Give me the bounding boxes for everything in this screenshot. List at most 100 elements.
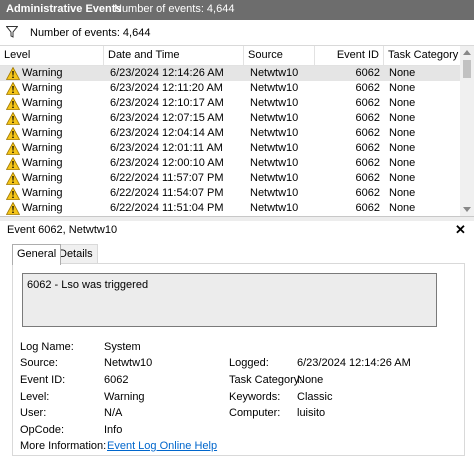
logged-value: 6/23/2024 12:14:26 AM — [297, 357, 411, 369]
level-value: Warning — [104, 391, 145, 403]
row-datetime: 6/22/2024 11:57:07 PM — [110, 172, 224, 184]
warning-icon — [6, 187, 20, 200]
warning-icon — [6, 97, 20, 110]
table-row[interactable]: Warning 6/23/2024 12:07:15 AM Netwtw10 6062… — [0, 111, 460, 126]
general-panel: 6062 - Lso was triggered Log Name: Syste… — [12, 263, 465, 456]
task-category-label: Task Category: — [229, 374, 303, 386]
row-category: None — [389, 202, 416, 214]
row-level: Warning — [22, 97, 63, 109]
row-level: Warning — [22, 142, 63, 154]
row-event-id: 6062 — [355, 82, 380, 94]
task-category-value: None — [297, 374, 324, 386]
tab-general[interactable]: General — [12, 244, 62, 265]
log-name-label: Log Name: — [20, 341, 74, 353]
filter-icon[interactable] — [6, 26, 18, 38]
column-header-event-id[interactable]: Event ID — [315, 46, 384, 65]
row-source: Netwtw10 — [250, 97, 299, 109]
source-label: Source: — [20, 357, 58, 369]
row-event-id: 6062 — [355, 67, 380, 79]
row-event-id: 6062 — [355, 172, 380, 184]
row-datetime: 6/23/2024 12:00:10 AM — [110, 157, 224, 169]
row-event-id: 6062 — [355, 97, 380, 109]
logged-label: Logged: — [229, 357, 269, 369]
scroll-up-icon[interactable] — [463, 50, 471, 55]
row-level: Warning — [22, 127, 63, 139]
row-datetime: 6/23/2024 12:01:11 AM — [110, 142, 223, 154]
close-icon[interactable]: ✕ — [455, 222, 466, 238]
opcode-label: OpCode: — [20, 424, 65, 436]
table-row[interactable]: Warning 6/23/2024 12:01:11 AM Netwtw10 6062… — [0, 141, 460, 156]
row-category: None — [389, 97, 416, 109]
table-row[interactable]: Warning 6/22/2024 11:57:07 PM Netwtw10 6062… — [0, 171, 460, 186]
column-header-level[interactable]: Level — [0, 46, 104, 65]
row-category: None — [389, 112, 416, 124]
warning-icon — [6, 172, 20, 185]
table-row[interactable]: Warning 6/23/2024 12:00:10 AM Netwtw10 6062… — [0, 156, 460, 171]
table-header: Level Date and Time Source Event ID Task… — [0, 46, 460, 66]
row-event-id: 6062 — [355, 157, 380, 169]
table-row[interactable]: Warning 6/22/2024 11:54:07 PM Netwtw10 6062… — [0, 186, 460, 201]
event-log-help-link[interactable]: Event Log Online Help — [107, 440, 217, 452]
row-datetime: 6/23/2024 12:07:15 AM — [110, 112, 224, 124]
row-event-id: 6062 — [355, 127, 380, 139]
events-table: Level Date and Time Source Event ID Task… — [0, 46, 461, 216]
row-event-id: 6062 — [355, 202, 380, 214]
more-info-label: More Information: — [20, 440, 107, 452]
row-event-id: 6062 — [355, 187, 380, 199]
row-category: None — [389, 187, 416, 199]
row-category: None — [389, 67, 416, 79]
level-label: Level: — [20, 391, 50, 403]
column-header-task-category[interactable]: Task Category — [384, 46, 460, 65]
scroll-down-icon[interactable] — [463, 207, 471, 212]
row-source: Netwtw10 — [250, 67, 299, 79]
row-category: None — [389, 82, 416, 94]
row-category: None — [389, 127, 416, 139]
table-row[interactable]: Warning 6/23/2024 12:11:20 AM Netwtw10 6062… — [0, 81, 460, 96]
source-value: Netwtw10 — [104, 357, 153, 369]
filter-bar: Number of events: 4,644 — [0, 20, 474, 46]
row-level: Warning — [22, 157, 63, 169]
table-row[interactable]: Warning 6/23/2024 12:10:17 AM Netwtw10 6062… — [0, 96, 460, 111]
row-source: Netwtw10 — [250, 187, 299, 199]
column-header-datetime[interactable]: Date and Time — [104, 46, 244, 65]
row-source: Netwtw10 — [250, 82, 299, 94]
row-event-id: 6062 — [355, 112, 380, 124]
user-label: User: — [20, 407, 47, 419]
row-datetime: 6/23/2024 12:10:17 AM — [110, 97, 224, 109]
scroll-thumb[interactable] — [463, 60, 471, 78]
computer-label: Computer: — [229, 407, 281, 419]
warning-icon — [6, 157, 20, 170]
row-datetime: 6/23/2024 12:14:26 AM — [110, 67, 224, 79]
row-datetime: 6/22/2024 11:54:07 PM — [110, 187, 224, 199]
warning-icon — [6, 127, 20, 140]
event-description[interactable]: 6062 - Lso was triggered — [22, 273, 437, 327]
row-level: Warning — [22, 202, 63, 214]
filter-text: Number of events: 4,644 — [30, 27, 151, 39]
row-category: None — [389, 157, 416, 169]
row-datetime: 6/23/2024 12:04:14 AM — [110, 127, 224, 139]
opcode-value: Info — [104, 424, 123, 436]
column-header-source[interactable]: Source — [244, 46, 315, 65]
table-row[interactable]: Warning 6/23/2024 12:14:26 AM Netwtw10 6062… — [0, 66, 460, 81]
view-title: Administrative Events — [6, 3, 122, 15]
log-name-value: System — [104, 341, 141, 353]
row-source: Netwtw10 — [250, 127, 299, 139]
keywords-label: Keywords: — [229, 391, 281, 403]
event-count: Number of events: 4,644 — [114, 3, 235, 15]
row-event-id: 6062 — [355, 142, 380, 154]
row-source: Netwtw10 — [250, 142, 299, 154]
warning-icon — [6, 112, 20, 125]
vertical-scrollbar[interactable] — [460, 46, 474, 216]
row-level: Warning — [22, 67, 63, 79]
warning-icon — [6, 82, 20, 95]
table-row[interactable]: Warning 6/23/2024 12:04:14 AM Netwtw10 6062… — [0, 126, 460, 141]
table-row[interactable]: Warning 6/22/2024 11:51:04 PM Netwtw10 6062… — [0, 201, 460, 216]
row-source: Netwtw10 — [250, 202, 299, 214]
warning-icon — [6, 67, 20, 80]
details-header: Event 6062, Netwtw10 ✕ — [0, 221, 474, 239]
keywords-value: Classic — [297, 391, 333, 403]
computer-value: luisito — [297, 407, 326, 419]
event-id-value: 6062 — [104, 374, 129, 386]
row-datetime: 6/22/2024 11:51:04 PM — [110, 202, 224, 214]
row-source: Netwtw10 — [250, 157, 299, 169]
